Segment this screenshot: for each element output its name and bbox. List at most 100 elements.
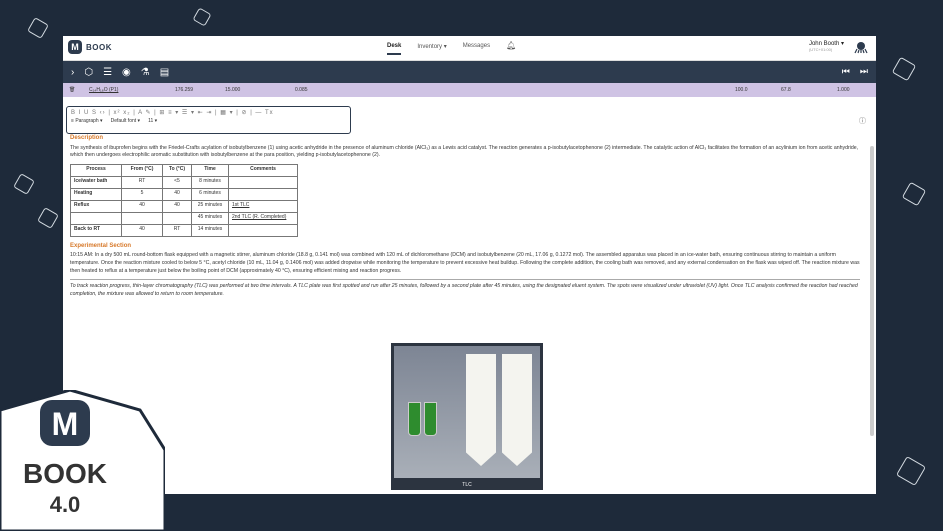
table-cell-link[interactable]: 2nd TLC (R. Completed) <box>228 211 298 225</box>
compound-eq: 100.0 <box>735 87 748 93</box>
user-menu[interactable]: John Booth ▾ (UTC+01:00) <box>809 40 844 52</box>
trash-icon[interactable]: 🗑︎ <box>69 87 75 93</box>
table-cell: 40 <box>121 199 163 213</box>
compound-mmol: 0.085 <box>295 87 308 93</box>
compound-row[interactable]: 🗑︎ C₁₄H₁₈O (P1) 176.259 15.000 0.085 100… <box>63 83 876 97</box>
table-cell: 8 minutes <box>191 175 229 189</box>
table-cell: Back to RT <box>70 223 122 237</box>
compound-mass: 15.000 <box>225 87 241 93</box>
tlc-plate <box>502 354 532 466</box>
table-cell: Reflux <box>70 199 122 213</box>
editor-content[interactable]: Description The synthesis of ibuprofen b… <box>70 135 860 302</box>
svg-text:M: M <box>52 406 79 442</box>
compound-v: 1.000 <box>837 87 850 93</box>
nav-inventory-label: Inventory <box>417 44 443 50</box>
bg-hexagon <box>901 181 927 207</box>
table-cell-link[interactable]: 1st TLC <box>228 199 298 213</box>
info-icon[interactable]: ⓘ <box>859 116 866 126</box>
table-cell: 6 minutes <box>191 187 229 201</box>
table-header: Comments <box>228 163 298 177</box>
entry-toolbar: › ⬡ ☰ ◉ ⚗ ▤ ⏮ ⏭ <box>63 61 876 83</box>
table-cell: 40 <box>162 187 192 201</box>
app-window: M BOOK Desk Inventory ▾ Messages 🔔︎ John… <box>63 36 876 494</box>
scrollbar[interactable] <box>870 146 874 436</box>
table-cell <box>121 211 163 225</box>
badge-version: 4.0 <box>50 492 81 517</box>
figure-caption: TLC <box>462 482 472 488</box>
skip-back-icon[interactable]: ⏮ <box>842 66 850 77</box>
bg-hexagon <box>27 17 49 39</box>
table-cell: 14 minutes <box>191 223 229 237</box>
compound-mw: 176.259 <box>175 87 194 93</box>
rich-text-toolbar: B I U S ‹› | x² x₂ | A ✎ | ⊞ ≡ ▾ ☰ ▾ ⇤ ⇥… <box>66 106 351 134</box>
tlc-plate <box>466 354 496 466</box>
table-row: Reflux 40 40 25 minutes 1st TLC <box>70 199 298 213</box>
description-text: The synthesis of ibuprofen begins with t… <box>70 144 859 159</box>
table-cell <box>228 187 298 201</box>
app-logo[interactable]: M BOOK <box>68 40 112 54</box>
bg-hexagon <box>13 173 35 195</box>
tlc-note-text: To track reaction progress, thin-layer c… <box>70 279 860 298</box>
table-cell: 25 minutes <box>191 199 229 213</box>
user-timezone: (UTC+01:00) <box>808 47 833 52</box>
list-icon[interactable]: ☰ <box>103 67 112 78</box>
printer-icon[interactable]: ▤ <box>160 67 169 78</box>
chevron-right-icon[interactable]: › <box>71 67 74 78</box>
font-select-value: Default font <box>110 118 137 124</box>
experimental-text: 10:15 AM: In a dry 500 mL round-bottom f… <box>70 252 860 274</box>
table-cell: Ice/water bath <box>70 175 122 189</box>
logo-icon: M <box>68 40 82 54</box>
bg-hexagon <box>895 455 927 487</box>
bg-hexagon <box>192 7 212 27</box>
paragraph-select-value: Paragraph <box>75 118 99 124</box>
book-badge: M BOOK 4.0 <box>0 390 165 531</box>
description-heading: Description <box>70 135 104 141</box>
font-select[interactable]: Default font ▾ <box>111 118 140 124</box>
table-cell <box>228 175 298 189</box>
test-tube <box>408 402 421 436</box>
octopus-avatar-icon[interactable] <box>854 40 868 54</box>
brand-name: BOOK <box>86 42 112 52</box>
size-select[interactable]: 11 ▾ <box>148 118 157 124</box>
table-header: From (°C) <box>121 163 163 177</box>
badge-word: BOOK <box>23 458 107 489</box>
table-cell: 45 minutes <box>191 211 229 225</box>
format-buttons[interactable]: B I U S ‹› | x² x₂ | A ✎ | ⊞ ≡ ▾ ☰ ▾ ⇤ ⇥… <box>67 107 350 118</box>
table-cell: RT <box>121 175 163 189</box>
test-tube <box>424 402 437 436</box>
size-select-value: 11 <box>148 118 154 124</box>
table-cell <box>162 211 192 225</box>
table-row: Back to RT 40 RT 14 minutes <box>70 223 298 237</box>
top-bar: M BOOK Desk Inventory ▾ Messages 🔔︎ John… <box>63 36 876 61</box>
nav-desk[interactable]: Desk <box>387 43 402 55</box>
table-row: 45 minutes 2nd TLC (R. Completed) <box>70 211 298 225</box>
paragraph-select[interactable]: ≡ Paragraph ▾ <box>71 118 103 124</box>
compound-yield: 67.8 <box>781 87 791 93</box>
table-row: Heating 5 40 6 minutes <box>70 187 298 201</box>
nav-messages[interactable]: Messages <box>463 43 490 55</box>
tlc-photo[interactable]: TLC <box>391 343 543 490</box>
table-cell: Heating <box>70 187 122 201</box>
bell-icon[interactable]: 🔔︎ <box>506 41 516 55</box>
process-table: Process From (°C) To (°C) Time Comments … <box>70 163 298 237</box>
table-cell <box>228 223 298 237</box>
table-cell <box>70 211 122 225</box>
bg-hexagon <box>37 207 59 229</box>
add-molecule-icon[interactable]: ⬡ <box>84 67 93 78</box>
main-nav: Desk Inventory ▾ Messages 🔔︎ <box>387 41 516 55</box>
table-header-row: Process From (°C) To (°C) Time Comments <box>70 163 298 177</box>
eye-icon[interactable]: ◉ <box>122 67 131 78</box>
experimental-heading: Experimental Section <box>70 242 132 249</box>
bg-hexagon <box>891 56 917 82</box>
table-header: Process <box>70 163 122 177</box>
skip-forward-icon[interactable]: ⏭ <box>860 66 868 77</box>
compound-formula: C₁₄H₁₈O (P1) <box>89 87 119 93</box>
tlc-image <box>394 346 540 478</box>
nav-inventory[interactable]: Inventory ▾ <box>417 43 446 55</box>
table-cell: <5 <box>162 175 192 189</box>
flask-icon[interactable]: ⚗ <box>141 67 150 78</box>
table-row: Ice/water bath RT <5 8 minutes <box>70 175 298 189</box>
table-cell: 40 <box>121 223 163 237</box>
table-cell: 5 <box>121 187 163 201</box>
table-cell: RT <box>162 223 192 237</box>
